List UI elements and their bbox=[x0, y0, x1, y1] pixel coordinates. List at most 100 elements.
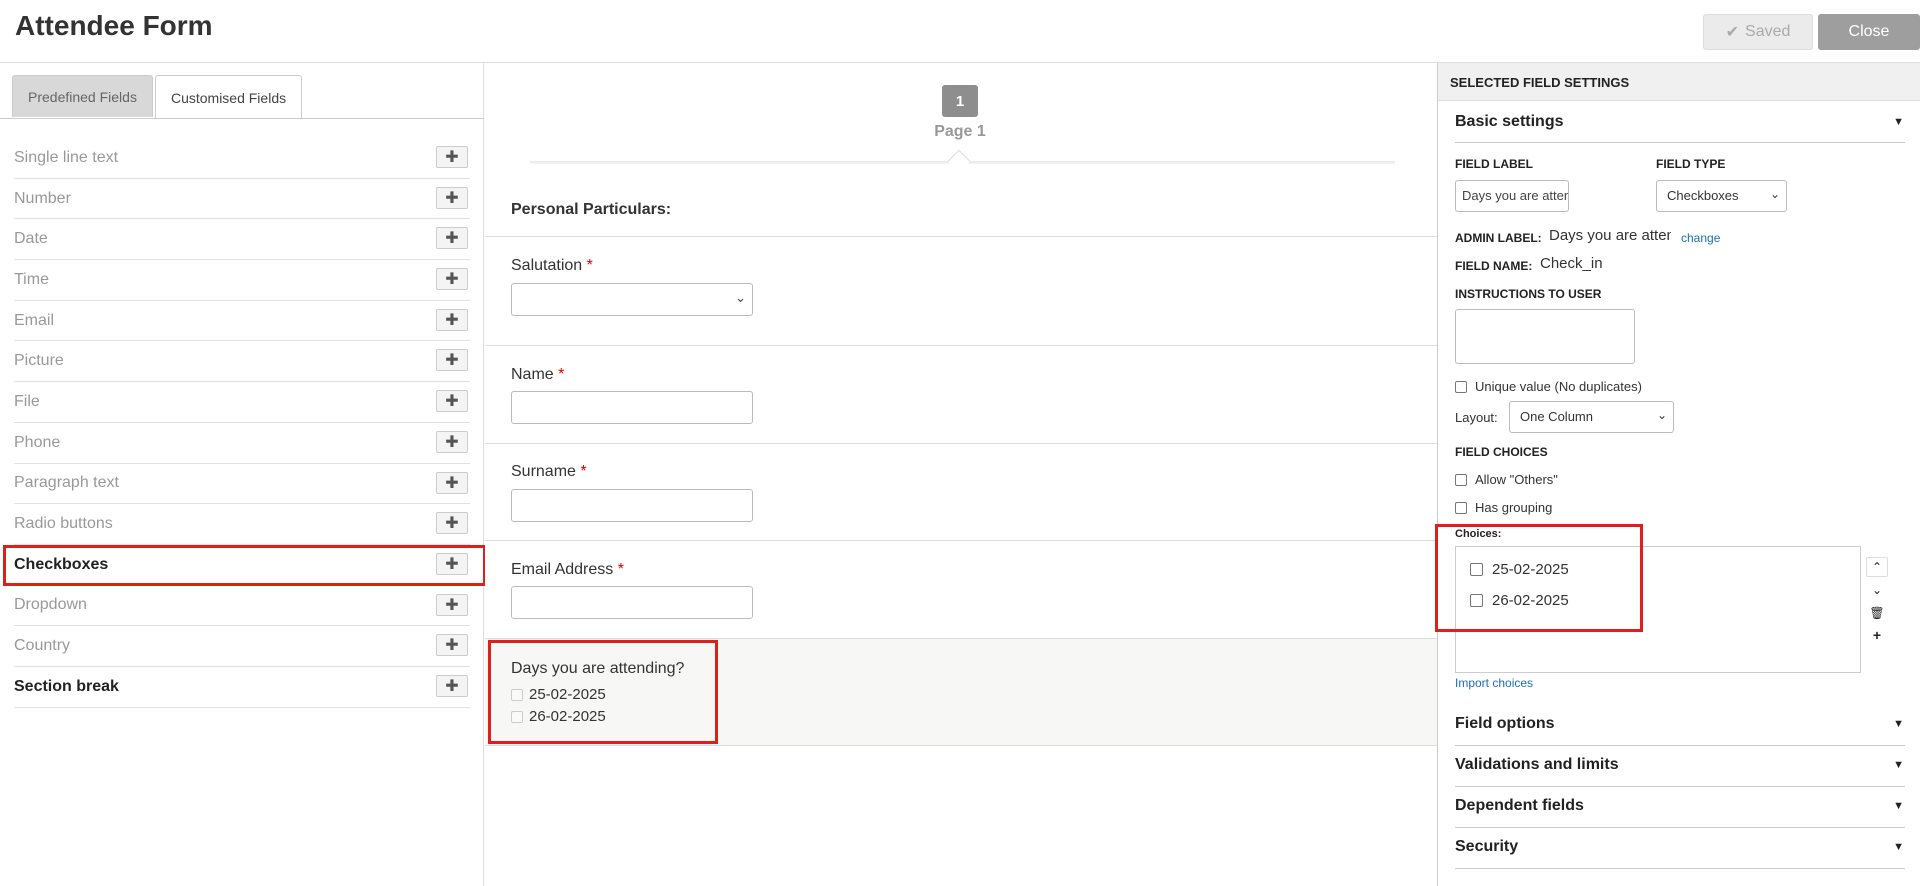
field-type-label: Checkboxes bbox=[14, 555, 109, 573]
plus-icon[interactable]: ✚ bbox=[436, 390, 468, 413]
checkbox-icon[interactable] bbox=[1470, 563, 1483, 576]
field-type-phone[interactable]: Phone ✚ bbox=[14, 423, 470, 464]
field-type-single-line-text[interactable]: Single line text ✚ bbox=[14, 138, 470, 179]
field-type-value: Checkboxes bbox=[1667, 188, 1739, 203]
field-type-time[interactable]: Time ✚ bbox=[14, 260, 470, 301]
import-choices-link[interactable]: Import choices bbox=[1455, 676, 1533, 690]
email-input[interactable] bbox=[511, 586, 753, 619]
move-up-icon[interactable]: ⌃ bbox=[1866, 557, 1888, 577]
choice-label[interactable]: 25-02-2025 bbox=[1492, 561, 1569, 578]
has-grouping-label: Has grouping bbox=[1475, 500, 1553, 515]
field-label-input[interactable]: Days you are attending? bbox=[1455, 180, 1569, 212]
has-grouping-checkbox[interactable]: Has grouping bbox=[1455, 500, 1552, 515]
field-type-label: Country bbox=[14, 637, 71, 655]
choice-item[interactable]: 25-02-2025 bbox=[1470, 561, 1569, 578]
field-options-toggle[interactable]: Field options bbox=[1455, 715, 1555, 733]
page-number-badge[interactable]: 1 bbox=[942, 85, 978, 117]
checkbox-option-label: 25-02-2025 bbox=[529, 686, 606, 703]
field-type-radio-buttons[interactable]: Radio buttons ✚ bbox=[14, 504, 470, 545]
checkbox-option[interactable]: 26-02-2025 bbox=[511, 708, 606, 725]
layout-select[interactable]: One Column ⌄ bbox=[1509, 401, 1674, 433]
admin-label-change-link[interactable]: change bbox=[1681, 231, 1720, 245]
basic-settings-toggle[interactable]: Basic settings bbox=[1455, 113, 1563, 131]
field-type-select[interactable]: Checkboxes ⌄ bbox=[1656, 180, 1787, 212]
field-name-title: FIELD NAME: bbox=[1455, 259, 1533, 273]
plus-icon[interactable]: ✚ bbox=[436, 512, 468, 535]
choice-item[interactable]: 26-02-2025 bbox=[1470, 592, 1569, 609]
field-type-label: Email bbox=[14, 311, 55, 329]
field-type-label: Date bbox=[14, 230, 48, 248]
security-toggle[interactable]: Security bbox=[1455, 838, 1518, 856]
trash-icon[interactable]: 🗑 bbox=[1866, 603, 1888, 623]
salutation-select[interactable]: ⌄ bbox=[511, 283, 753, 316]
field-type-dropdown[interactable]: Dropdown ✚ bbox=[14, 586, 470, 627]
checkbox-option[interactable]: 25-02-2025 bbox=[511, 686, 606, 703]
plus-icon[interactable]: ✚ bbox=[436, 634, 468, 657]
chevron-down-icon: ⌄ bbox=[1656, 408, 1667, 422]
close-button[interactable]: Close bbox=[1818, 14, 1920, 50]
chevron-down-icon: ⌄ bbox=[1769, 187, 1780, 201]
field-type-title: FIELD TYPE bbox=[1656, 157, 1726, 171]
page-title: Attendee Form bbox=[15, 10, 213, 41]
plus-icon[interactable]: ✚ bbox=[436, 552, 468, 575]
plus-icon[interactable]: ✚ bbox=[436, 593, 468, 616]
plus-icon[interactable]: ✚ bbox=[436, 349, 468, 372]
row-divider bbox=[485, 443, 1437, 444]
checkbox-icon[interactable] bbox=[1470, 594, 1483, 607]
field-type-country[interactable]: Country ✚ bbox=[14, 626, 470, 667]
tab-customised-fields[interactable]: Customised Fields bbox=[154, 75, 303, 119]
plus-icon[interactable]: ✚ bbox=[436, 308, 468, 331]
choice-label[interactable]: 26-02-2025 bbox=[1492, 592, 1569, 609]
plus-icon[interactable]: ✚ bbox=[436, 186, 468, 209]
field-type-checkboxes[interactable]: Checkboxes ✚ bbox=[14, 545, 470, 586]
tabs-divider bbox=[0, 118, 484, 119]
saved-button[interactable]: ✔ Saved bbox=[1703, 14, 1813, 50]
caret-down-icon[interactable]: ▼ bbox=[1893, 800, 1904, 812]
tab-predefined-fields[interactable]: Predefined Fields bbox=[12, 75, 153, 117]
move-down-icon[interactable]: ⌄ bbox=[1866, 580, 1888, 600]
add-choice-icon[interactable]: + bbox=[1866, 625, 1888, 645]
caret-down-icon[interactable]: ▼ bbox=[1893, 759, 1904, 771]
unique-value-label: Unique value (No duplicates) bbox=[1475, 379, 1642, 394]
field-type-paragraph-text[interactable]: Paragraph text ✚ bbox=[14, 464, 470, 505]
caret-down-icon[interactable]: ▼ bbox=[1893, 116, 1904, 128]
checkbox-icon bbox=[1455, 380, 1467, 393]
field-label-title: FIELD LABEL bbox=[1455, 157, 1533, 171]
dependent-fields-toggle[interactable]: Dependent fields bbox=[1455, 797, 1584, 815]
field-type-email[interactable]: Email ✚ bbox=[14, 301, 470, 342]
surname-label: Surname * bbox=[511, 463, 587, 481]
choices-title: Choices: bbox=[1455, 528, 1502, 540]
field-type-file[interactable]: File ✚ bbox=[14, 382, 470, 423]
checkbox-field-row[interactable]: Days you are attending? 25-02-2025 26-02… bbox=[485, 638, 1437, 746]
caret-down-icon[interactable]: ▼ bbox=[1893, 718, 1904, 730]
plus-icon[interactable]: ✚ bbox=[436, 268, 468, 291]
field-type-label: Section break bbox=[14, 677, 119, 695]
plus-icon[interactable]: ✚ bbox=[436, 227, 468, 250]
plus-icon[interactable]: ✚ bbox=[436, 674, 468, 697]
field-name-value: Check_in bbox=[1540, 255, 1603, 272]
field-type-section-break[interactable]: Section break ✚ bbox=[14, 667, 470, 708]
checkbox-option-label: 26-02-2025 bbox=[529, 708, 606, 725]
unique-value-checkbox[interactable]: Unique value (No duplicates) bbox=[1455, 379, 1642, 394]
plus-icon[interactable]: ✚ bbox=[436, 471, 468, 494]
field-type-date[interactable]: Date ✚ bbox=[14, 219, 470, 261]
check-icon: ✔ bbox=[1725, 24, 1740, 41]
caret-down-icon[interactable]: ▼ bbox=[1893, 841, 1904, 853]
surname-label-text: Surname bbox=[511, 463, 576, 480]
validations-toggle[interactable]: Validations and limits bbox=[1455, 756, 1619, 774]
field-type-list: Single line text ✚ Number ✚ Date ✚ Time ✚ Em… bbox=[0, 138, 484, 708]
field-type-number[interactable]: Number ✚ bbox=[14, 179, 470, 220]
section-divider bbox=[1455, 142, 1905, 143]
field-type-label: Paragraph text bbox=[14, 474, 119, 492]
field-type-label: Dropdown bbox=[14, 596, 87, 614]
field-type-picture[interactable]: Picture ✚ bbox=[14, 341, 470, 383]
plus-icon[interactable]: ✚ bbox=[436, 146, 468, 168]
allow-others-checkbox[interactable]: Allow "Others" bbox=[1455, 472, 1558, 487]
name-input[interactable] bbox=[511, 391, 753, 424]
required-mark: * bbox=[558, 366, 565, 383]
instructions-textarea[interactable] bbox=[1455, 309, 1635, 364]
plus-icon[interactable]: ✚ bbox=[436, 430, 468, 453]
surname-input[interactable] bbox=[511, 489, 753, 522]
field-palette: Predefined Fields Customised Fields Sing… bbox=[0, 63, 484, 886]
checkbox-field-label: Days you are attending? bbox=[511, 660, 685, 677]
